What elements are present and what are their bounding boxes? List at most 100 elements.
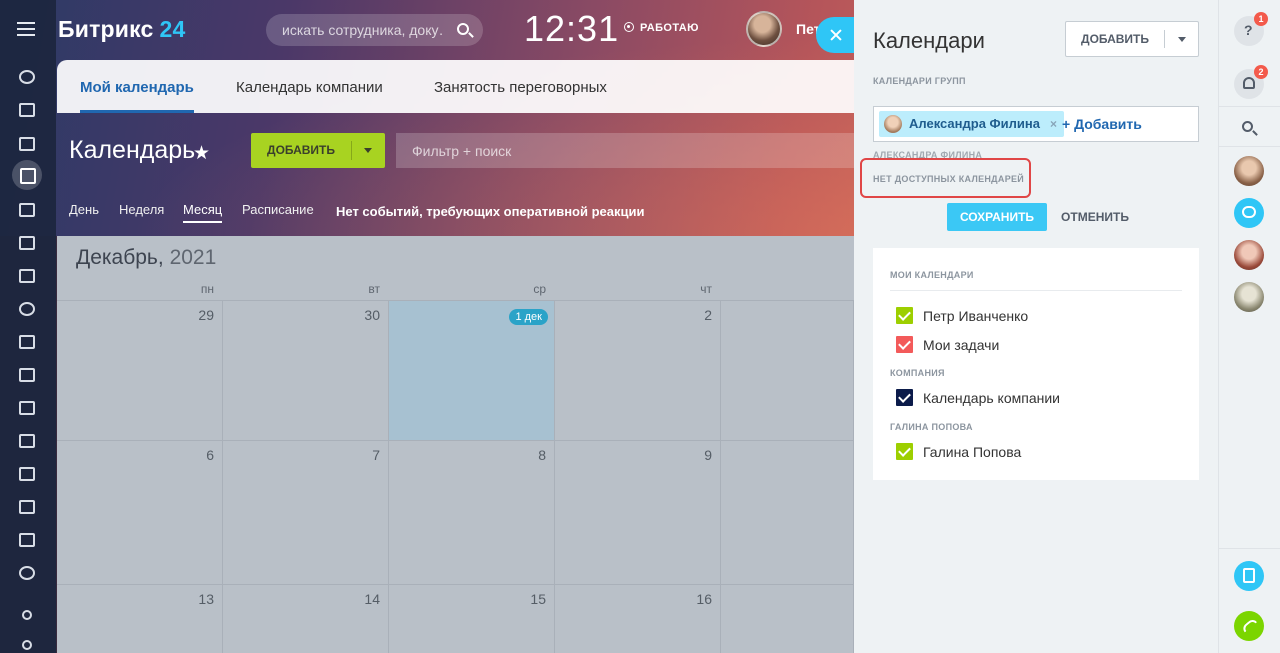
calendars-panel: Календари ДОБАВИТЬ КАЛЕНДАРИ ГРУПП Алекс… (854, 0, 1218, 653)
user-selector[interactable]: Александра Филина × + Добавить (873, 106, 1199, 142)
avatar[interactable] (1234, 282, 1264, 312)
help-badge: 1 (1254, 12, 1268, 26)
screen-share-icon[interactable] (1234, 561, 1264, 591)
chat-icon[interactable] (19, 137, 35, 151)
checkbox[interactable] (896, 307, 913, 324)
right-bar: ? 1 2 (1218, 0, 1280, 653)
filter-icon[interactable] (19, 368, 35, 382)
day-cell[interactable]: 13 (57, 584, 223, 653)
panel-add-button[interactable]: ДОБАВИТЬ (1065, 21, 1199, 57)
settings-icon[interactable] (22, 640, 32, 650)
drive-icon[interactable] (19, 236, 35, 250)
chevron-down-icon[interactable] (1178, 37, 1186, 42)
selected-user-tag[interactable]: Александра Филина × (879, 111, 1064, 137)
groups-icon[interactable] (19, 302, 35, 316)
highlight-frame (860, 158, 1031, 198)
add-user-link[interactable]: + Добавить (1062, 116, 1142, 132)
remove-icon[interactable]: × (1050, 111, 1057, 137)
document-icon[interactable] (19, 203, 35, 217)
logo[interactable]: Битрикс 24 (58, 16, 186, 43)
month-title: Декабрь, 2021 (76, 246, 217, 269)
checkbox[interactable] (896, 336, 913, 353)
calendar-item[interactable]: Галина Попова (896, 443, 1021, 460)
galina-label: ГАЛИНА ПОПОВА (890, 422, 973, 432)
save-button[interactable]: СОХРАНИТЬ (947, 203, 1047, 231)
day-cell[interactable]: 2 (555, 300, 721, 440)
sites-icon[interactable] (19, 401, 35, 415)
calendar-item[interactable]: Календарь компании (896, 389, 1060, 406)
shop-icon[interactable] (19, 434, 35, 448)
day-cell[interactable]: 9 (555, 440, 721, 584)
more-icon[interactable] (19, 566, 35, 580)
tab-my-calendar[interactable]: Мой календарь (80, 60, 194, 113)
day-cell[interactable]: 30 (223, 300, 389, 440)
day-cell[interactable]: 29 (57, 300, 223, 440)
mail-icon[interactable] (19, 269, 35, 283)
search-box[interactable] (266, 14, 483, 46)
search-icon[interactable] (1234, 113, 1264, 143)
view-month[interactable]: Месяц (183, 202, 223, 223)
day-cell[interactable] (721, 440, 854, 584)
group-chat-icon[interactable] (1234, 198, 1264, 228)
search-input[interactable] (282, 14, 442, 46)
no-events-counter[interactable]: Нет событий, требующих оперативной реакц… (336, 204, 644, 219)
panel-title: Календари (873, 28, 985, 53)
box-icon[interactable] (19, 533, 35, 547)
today-badge: 1 дек (509, 309, 548, 325)
star-icon[interactable]: ★ (193, 142, 210, 165)
close-icon[interactable] (816, 17, 854, 53)
calendar-list: МОИ КАЛЕНДАРИ Петр Иванченко Мои задачи … (873, 248, 1199, 480)
day-cell[interactable]: 14 (223, 584, 389, 653)
calendar-item[interactable]: Мои задачи (896, 336, 999, 353)
checkbox[interactable] (896, 389, 913, 406)
user-name[interactable]: Петр Иванченко (796, 21, 818, 37)
tab-company-calendar[interactable]: Календарь компании (236, 60, 383, 113)
view-week[interactable]: Неделя (119, 202, 164, 217)
company-label: КОМПАНИЯ (890, 368, 945, 378)
clock[interactable]: 12:31 (524, 8, 619, 50)
filter-input[interactable] (412, 133, 812, 168)
chevron-down-icon[interactable] (364, 148, 372, 153)
cancel-button[interactable]: ОТМЕНИТЬ (1060, 203, 1130, 231)
day-cell[interactable] (721, 584, 854, 653)
calendar-item[interactable]: Петр Иванченко (896, 307, 1028, 324)
search-icon[interactable] (457, 23, 469, 35)
day-cell-today[interactable]: 1 дек (389, 300, 555, 440)
weekday-header: чт (700, 282, 712, 296)
tasks-icon[interactable] (19, 335, 35, 349)
tab-meeting-rooms[interactable]: Занятость переговорных (434, 60, 607, 113)
day-cell[interactable] (721, 300, 854, 440)
my-calendars-label: МОИ КАЛЕНДАРИ (890, 270, 974, 280)
calendar-tabs: Мой календарь Календарь компании Занятос… (57, 60, 854, 113)
menu-icon[interactable] (17, 22, 35, 36)
sync-icon[interactable] (19, 500, 35, 514)
view-schedule[interactable]: Расписание (242, 202, 314, 217)
weekday-header: ср (533, 282, 546, 296)
day-cell[interactable]: 8 (389, 440, 555, 584)
bell-icon[interactable]: 2 (1234, 65, 1268, 99)
weekday-header: пн (200, 282, 214, 296)
day-cell[interactable]: 15 (389, 584, 555, 653)
phone-icon[interactable] (1234, 611, 1264, 641)
avatar (884, 115, 902, 133)
filter-box[interactable] (396, 133, 854, 168)
sitemap-icon[interactable] (22, 610, 32, 620)
day-cell[interactable]: 7 (223, 440, 389, 584)
calendar-icon[interactable] (12, 160, 42, 190)
activity-icon[interactable] (19, 70, 35, 84)
help-icon[interactable]: ? 1 (1234, 12, 1268, 46)
user-avatar[interactable] (746, 11, 782, 47)
add-event-button[interactable]: ДОБАВИТЬ (251, 133, 385, 168)
left-menu (0, 0, 56, 653)
work-status[interactable]: РАБОТАЮ (624, 22, 699, 34)
view-day[interactable]: День (69, 202, 99, 217)
feed-icon[interactable] (19, 103, 35, 117)
checkbox[interactable] (896, 443, 913, 460)
month-cells: 29 30 1 дек 2 6 7 8 9 13 14 15 16 (57, 300, 854, 653)
weekday-header: вт (368, 282, 380, 296)
avatar[interactable] (1234, 156, 1264, 186)
contacts-icon[interactable] (19, 467, 35, 481)
avatar[interactable] (1234, 240, 1264, 270)
day-cell[interactable]: 6 (57, 440, 223, 584)
day-cell[interactable]: 16 (555, 584, 721, 653)
